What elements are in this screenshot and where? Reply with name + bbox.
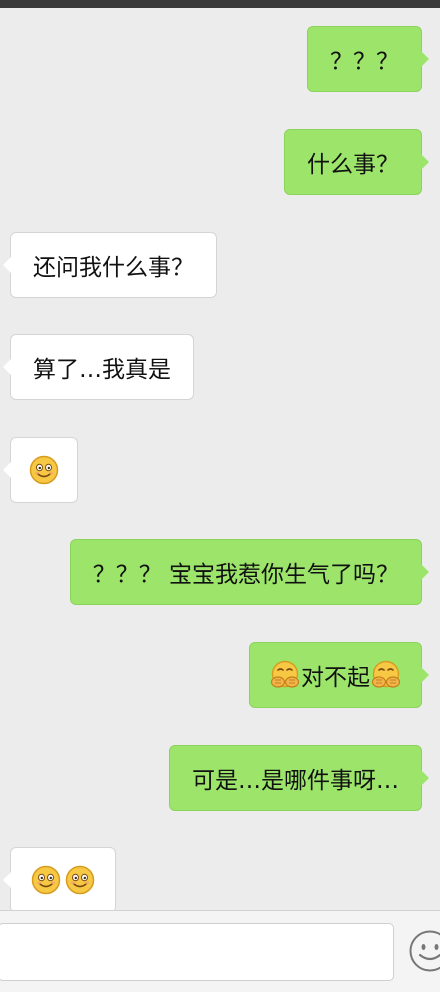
message-bubble-sent[interactable]: ？？？ 宝宝我惹你生气了吗？ [70,539,422,605]
message-text: 对不起 [301,658,370,692]
message-text: ？？？ 宝宝我惹你生气了吗？ [93,555,399,589]
message-text: 什么事？ [307,145,399,179]
hands-over-mouth-emoji-icon [270,660,300,690]
smile-emoji-icon [65,865,95,895]
hands-over-mouth-emoji-icon [371,660,401,690]
message-bubble-received[interactable]: 还问我什么事？ [10,232,217,298]
chat-area[interactable]: ？？？ 什么事？ 还问我什么事？ 算了…我真是 ？？？ 宝宝我惹你生气了吗？ [0,8,440,910]
smile-emoji-icon [31,865,61,895]
smile-emoji-icon [29,455,59,485]
message-bubble-sent[interactable]: 可是…是哪件事呀… [169,745,422,811]
message-bubble-received[interactable] [10,437,78,503]
message-input[interactable] [0,923,394,981]
message-bubble-sent[interactable]: 对不起 [249,642,422,708]
message-bubble-received[interactable] [10,847,116,913]
message-bubble-received[interactable]: 算了…我真是 [10,334,194,400]
composer-bar [0,910,440,992]
smiley-face-icon[interactable] [408,929,440,973]
message-text: 还问我什么事？ [33,248,194,282]
message-bubble-sent[interactable]: ？？？ [307,26,422,92]
message-bubble-sent[interactable]: 什么事？ [284,129,422,195]
status-bar [0,0,440,8]
message-text: 算了…我真是 [33,350,171,384]
message-text: ？？？ [330,42,399,76]
message-text: 可是…是哪件事呀… [192,761,399,795]
